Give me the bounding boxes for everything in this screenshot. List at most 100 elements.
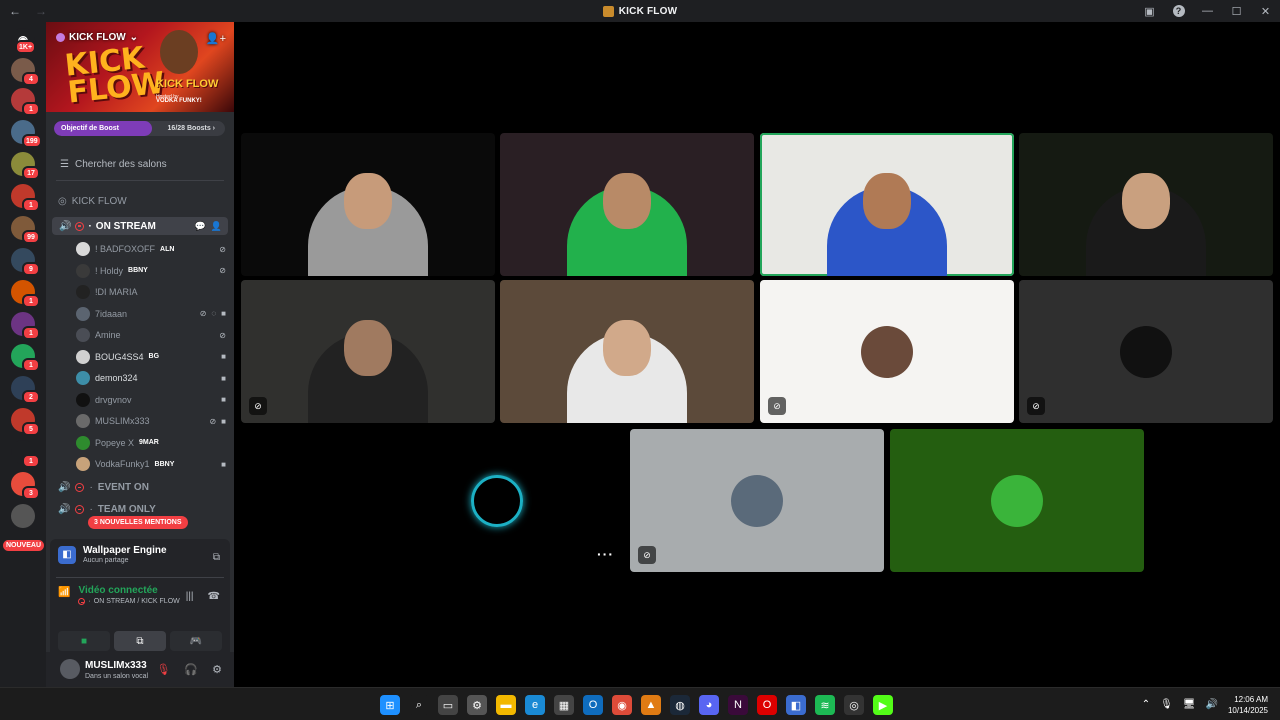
discord-icon[interactable]: ◕ xyxy=(699,695,719,715)
mic-muted-icon[interactable]: 🎙 xyxy=(156,663,170,676)
opera-icon[interactable]: O xyxy=(757,695,777,715)
chevron-up-icon[interactable]: ⌃ xyxy=(1142,699,1150,710)
inbox-icon[interactable]: ▣ xyxy=(1135,0,1164,22)
settings-icon[interactable]: ⚙ xyxy=(467,695,487,715)
video-tile[interactable] xyxy=(1019,133,1273,276)
server-badge: 1 xyxy=(22,294,40,308)
microphone-icon[interactable]: 🎙 xyxy=(1160,699,1173,710)
search-channels[interactable]: ☰ Chercher des salons xyxy=(60,159,167,170)
mic-muted-icon: ⊘ xyxy=(249,397,267,415)
steam-icon[interactable]: ◍ xyxy=(670,695,690,715)
server-badge: 1 xyxy=(22,358,40,372)
windows-start-icon[interactable]: ⊞ xyxy=(380,695,400,715)
avatar xyxy=(76,242,90,256)
participant-tile[interactable] xyxy=(890,429,1144,572)
activity-button[interactable]: 🎮 xyxy=(170,631,222,651)
back-arrow-icon[interactable]: ← xyxy=(9,4,21,18)
boost-goal-bar[interactable]: Objectif de Boost 16/28 Boosts › xyxy=(54,121,225,136)
voice-member[interactable]: !DI MARIA xyxy=(76,283,226,301)
voice-member[interactable]: BOUG4SS4 BG ■ xyxy=(76,348,226,366)
video-tile[interactable] xyxy=(500,280,754,423)
outlook-icon[interactable]: O xyxy=(583,695,603,715)
video-tile[interactable] xyxy=(760,133,1014,276)
video-tile[interactable] xyxy=(500,133,754,276)
forward-arrow-icon[interactable]: → xyxy=(35,4,47,18)
voice-member[interactable]: drvgvnov ■ xyxy=(76,391,226,409)
chrome-icon[interactable]: ◉ xyxy=(612,695,632,715)
store-icon[interactable]: ▦ xyxy=(554,695,574,715)
wallpaper-engine-icon[interactable]: ◧ xyxy=(786,695,806,715)
clock-date: 10/14/2025 xyxy=(1227,705,1268,715)
server-badge: 17 xyxy=(22,166,40,180)
category-team-only[interactable]: 🔊 · TEAM ONLY xyxy=(58,504,156,515)
edge-icon[interactable]: e xyxy=(525,695,545,715)
category-kick-flow[interactable]: ◎ KICK FLOW xyxy=(58,196,127,207)
network-icon[interactable]: 🖥 xyxy=(1183,699,1196,710)
avatar xyxy=(1120,325,1172,378)
bullet: · xyxy=(89,482,93,493)
add-member-icon[interactable]: 👤 xyxy=(211,221,222,232)
voice-member[interactable]: ! BADFOXOFF ALN ⊘ xyxy=(76,240,226,258)
avatar xyxy=(76,457,90,471)
voice-member[interactable]: VodkaFunky1 BBNY ■ xyxy=(76,455,226,473)
file-explorer-icon[interactable]: ▬ xyxy=(496,695,516,715)
participant-head xyxy=(1122,173,1170,229)
app-alert-icon[interactable]: ◎ xyxy=(844,695,864,715)
user-name: MUSLIMx333 xyxy=(85,660,147,671)
headphones-icon[interactable]: 🎧 xyxy=(184,663,198,676)
avatar xyxy=(76,263,90,278)
member-name: Amine xyxy=(95,330,121,340)
avatar xyxy=(76,414,90,428)
task-view-icon[interactable]: ▭ xyxy=(438,695,458,715)
server-icon[interactable] xyxy=(11,504,35,528)
video-tile[interactable]: ⊘ xyxy=(241,280,495,423)
server-badge: 9 xyxy=(22,262,40,276)
voice-member[interactable]: Popeye X 9MAR xyxy=(76,434,226,452)
more-options-icon[interactable]: ··· xyxy=(597,546,614,562)
signal-icon: 📶 xyxy=(58,587,71,598)
volume-icon[interactable]: 🔊 xyxy=(1206,699,1218,710)
voice-location-row[interactable]: · ON STREAM / KICK FLOW xyxy=(78,598,180,605)
avatar[interactable] xyxy=(60,659,80,679)
participant-tile[interactable]: ··· xyxy=(370,429,624,572)
voice-status: Vidéo connectée xyxy=(78,585,158,596)
participant-tile[interactable]: ⊘ xyxy=(1019,280,1273,423)
voice-member[interactable]: 7idaaan ⊘ ◌ ■ xyxy=(76,305,226,323)
spotify-icon[interactable]: ≋ xyxy=(815,695,835,715)
category-event-on[interactable]: 🔊 · EVENT ON xyxy=(58,482,149,493)
category-label: KICK FLOW xyxy=(71,196,127,207)
share-screen-button[interactable]: ⧉ xyxy=(114,631,166,651)
voice-member[interactable]: demon324 ■ xyxy=(76,369,226,387)
video-tile[interactable] xyxy=(241,133,495,276)
voice-member[interactable]: ! Holdy BBNY ⊘ xyxy=(76,262,226,280)
invite-icon[interactable]: 👤+ xyxy=(206,32,226,45)
vlc-icon[interactable]: ▲ xyxy=(641,695,661,715)
close-button[interactable]: ✕ xyxy=(1251,0,1280,22)
voice-channel-on-stream[interactable]: 🔊 · ON STREAM 💬 👤 xyxy=(52,217,228,235)
server-badge: 99 xyxy=(22,230,40,244)
soundboard-icon[interactable]: ||| xyxy=(186,591,194,602)
server-badge: 1 xyxy=(22,198,40,212)
next-icon[interactable]: N xyxy=(728,695,748,715)
member-name: Popeye X xyxy=(95,437,135,448)
no-entry-icon xyxy=(75,221,85,231)
kick-icon[interactable]: ▶ xyxy=(873,695,893,715)
maximize-button[interactable]: ☐ xyxy=(1222,0,1251,22)
gear-icon[interactable]: ⚙ xyxy=(212,663,222,676)
chat-icon[interactable]: 💬 xyxy=(195,221,206,232)
camera-button[interactable]: ■ xyxy=(58,631,110,651)
participant-tile[interactable]: ⊘ xyxy=(630,429,884,572)
clock[interactable]: 12:06 AM 10/14/2025 xyxy=(1228,694,1268,716)
search-icon[interactable]: ⌕ xyxy=(409,695,429,715)
help-icon[interactable]: ? xyxy=(1164,0,1193,22)
voice-member[interactable]: Amine ⊘ xyxy=(76,326,226,344)
activity-name: Wallpaper Engine xyxy=(83,545,167,556)
no-entry-icon xyxy=(75,483,85,492)
voice-member[interactable]: MUSLIMx333 ⊘ ■ xyxy=(76,412,226,430)
participant-tile[interactable]: ⊘ xyxy=(760,280,1014,423)
minimize-button[interactable]: — xyxy=(1193,0,1222,22)
disconnect-icon[interactable]: ☎ xyxy=(208,591,220,602)
screen-share-icon[interactable]: ⧉ xyxy=(213,552,220,563)
server-name-header[interactable]: KICK FLOW ⌄ xyxy=(56,32,138,43)
new-mentions-badge[interactable]: 3 NOUVELLES MENTIONS xyxy=(88,516,188,529)
